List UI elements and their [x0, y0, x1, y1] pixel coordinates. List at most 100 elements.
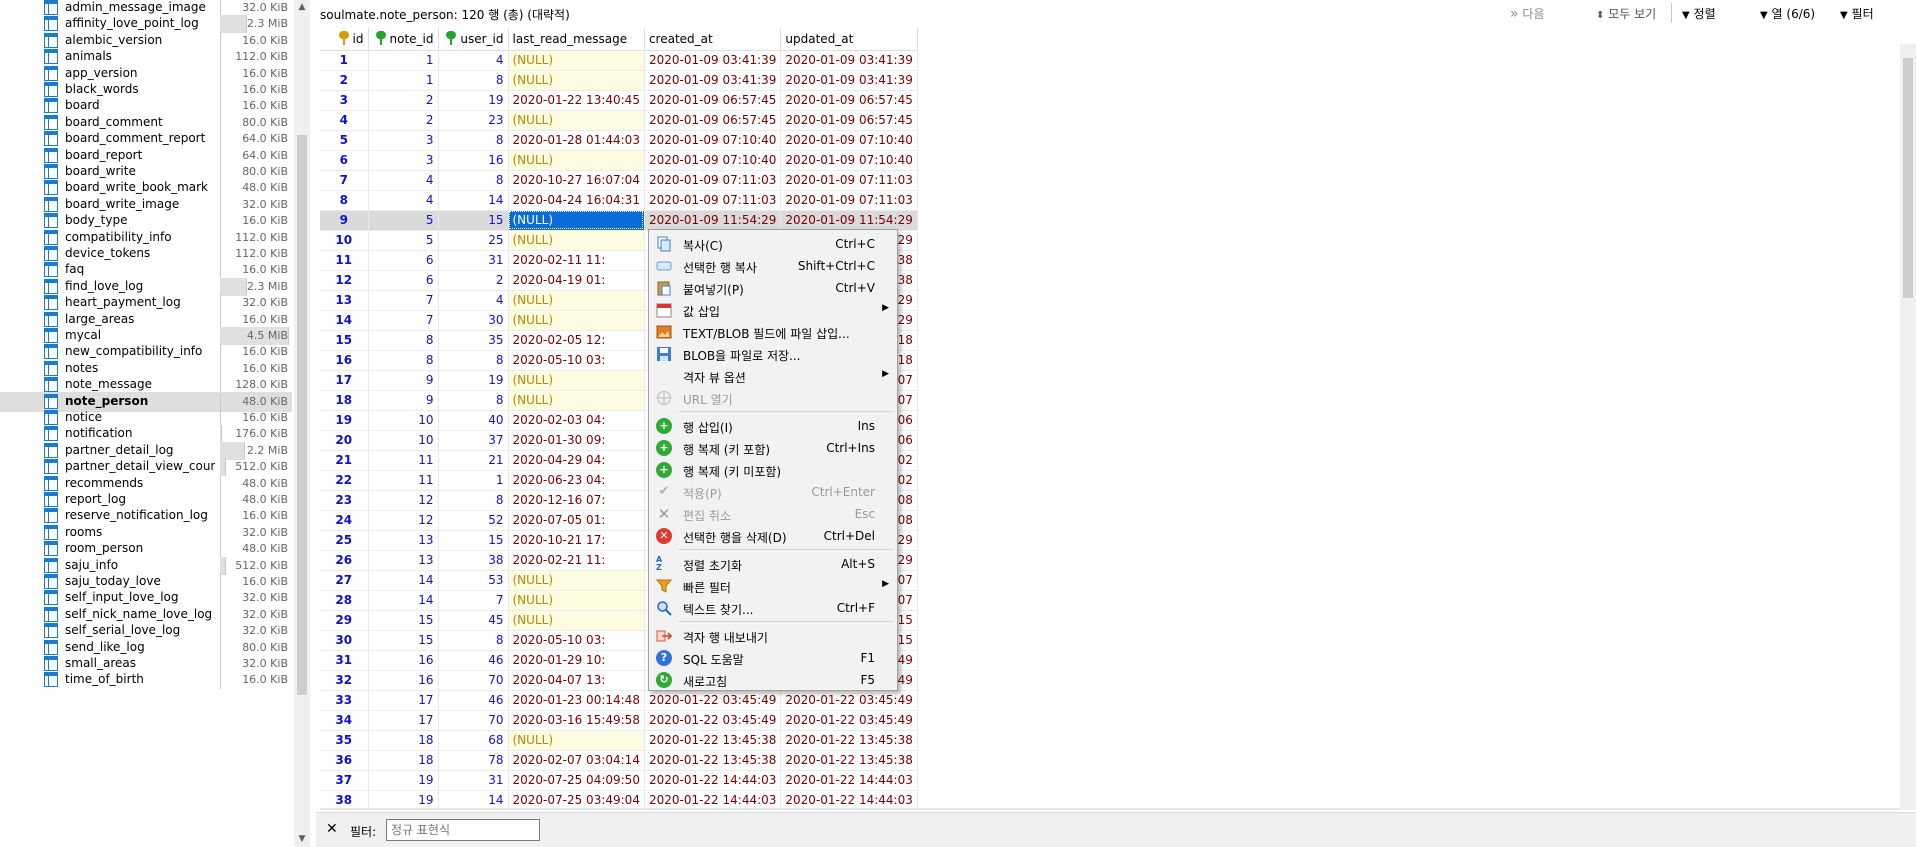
- cell-note-id[interactable]: 9: [368, 390, 439, 411]
- cell-user-id[interactable]: 21: [438, 450, 509, 471]
- cell-note-id[interactable]: 17: [368, 690, 439, 711]
- scroll-down-arrow-icon[interactable]: ▼: [297, 834, 307, 844]
- cell-updated-at[interactable]: 2020-01-22 13:45:38: [780, 730, 918, 751]
- cell-id[interactable]: 28: [320, 590, 369, 611]
- cell-last-read-message[interactable]: 2020-02-05 12:: [508, 330, 645, 351]
- cell-updated-at[interactable]: 2020-01-09 07:11:03: [780, 170, 918, 191]
- cell-id[interactable]: 19: [320, 410, 369, 431]
- cell-note-id[interactable]: 5: [368, 210, 439, 231]
- tree-scroll-thumb[interactable]: [297, 135, 307, 695]
- cell-id[interactable]: 14: [320, 310, 369, 331]
- cell-user-id[interactable]: 8: [438, 630, 509, 651]
- column-header-user-id[interactable]: user_id: [438, 28, 509, 51]
- cell-id[interactable]: 7: [320, 170, 369, 191]
- cell-last-read-message[interactable]: 2020-02-11 11:: [508, 250, 645, 271]
- cell-created-at[interactable]: 2020-01-09 06:57:45: [644, 90, 782, 111]
- table-row[interactable]: 9 5 15 (NULL) 2020-01-09 11:54:29 2020-01-09 …: [320, 210, 918, 231]
- cell-id[interactable]: 32: [320, 670, 369, 691]
- cell-note-id[interactable]: 9: [368, 370, 439, 391]
- cell-id[interactable]: 34: [320, 710, 369, 731]
- cell-last-read-message[interactable]: 2020-10-21 17:: [508, 530, 645, 551]
- cell-last-read-message[interactable]: 2020-07-25 04:09:50: [508, 770, 645, 791]
- cell-updated-at[interactable]: 2020-01-09 07:10:40: [780, 150, 918, 171]
- cell-last-read-message[interactable]: 2020-02-21 11:: [508, 550, 645, 571]
- cell-id[interactable]: 38: [320, 790, 369, 808]
- cell-last-read-message[interactable]: 2020-04-07 13:: [508, 670, 645, 691]
- cell-id[interactable]: 31: [320, 650, 369, 671]
- cell-user-id[interactable]: 70: [438, 710, 509, 731]
- cell-created-at[interactable]: 2020-01-09 07:10:40: [644, 130, 782, 151]
- cell-user-id[interactable]: 53: [438, 570, 509, 591]
- cell-last-read-message[interactable]: 2020-05-10 03:: [508, 350, 645, 371]
- cell-user-id[interactable]: 46: [438, 650, 509, 671]
- menu-item[interactable]: 복사(C) Ctrl+C: [649, 233, 897, 255]
- grid-vertical-scrollbar[interactable]: [1900, 44, 1916, 810]
- cell-user-id[interactable]: 4: [438, 50, 509, 71]
- table-row[interactable]: 7 4 8 2020-10-27 16:07:04 2020-01-09 07:11:0…: [320, 170, 918, 191]
- cell-created-at[interactable]: 2020-01-09 03:41:39: [644, 70, 782, 91]
- cell-note-id[interactable]: 11: [368, 450, 439, 471]
- cell-last-read-message[interactable]: 2020-02-07 03:04:14: [508, 750, 645, 771]
- cell-created-at[interactable]: 2020-01-09 03:41:39: [644, 50, 782, 71]
- cell-id[interactable]: 29: [320, 610, 369, 631]
- cell-last-read-message[interactable]: 2020-05-10 03:: [508, 630, 645, 651]
- cell-note-id[interactable]: 18: [368, 750, 439, 771]
- cell-updated-at[interactable]: 2020-01-22 13:45:38: [780, 750, 918, 771]
- cell-last-read-message[interactable]: (NULL): [508, 210, 645, 231]
- cell-user-id[interactable]: 46: [438, 690, 509, 711]
- cell-created-at[interactable]: 2020-01-22 13:45:38: [644, 750, 782, 771]
- cell-user-id[interactable]: 8: [438, 490, 509, 511]
- cell-last-read-message[interactable]: 2020-01-30 09:: [508, 430, 645, 451]
- cell-user-id[interactable]: 1: [438, 470, 509, 491]
- menu-item[interactable]: + 행 복제 (키 미포함): [649, 459, 897, 481]
- cell-id[interactable]: 9: [320, 210, 369, 231]
- data-grid[interactable]: id note_id user_id last_read_message cre…: [320, 28, 1900, 808]
- cell-user-id[interactable]: 8: [438, 170, 509, 191]
- cell-last-read-message[interactable]: (NULL): [508, 590, 645, 611]
- cell-note-id[interactable]: 12: [368, 490, 439, 511]
- scroll-up-arrow-icon[interactable]: ▲: [297, 2, 307, 12]
- cell-id[interactable]: 22: [320, 470, 369, 491]
- cell-id[interactable]: 6: [320, 150, 369, 171]
- menu-item[interactable]: 격자 뷰 옵션 ▶: [649, 365, 897, 387]
- table-row[interactable]: 3 2 19 2020-01-22 13:40:45 2020-01-09 06:57:…: [320, 90, 918, 111]
- cell-user-id[interactable]: 70: [438, 670, 509, 691]
- cell-user-id[interactable]: 31: [438, 770, 509, 791]
- cell-last-read-message[interactable]: (NULL): [508, 110, 645, 131]
- cell-id[interactable]: 35: [320, 730, 369, 751]
- cell-updated-at[interactable]: 2020-01-09 07:11:03: [780, 190, 918, 211]
- next-button[interactable]: » 다음: [1510, 5, 1545, 22]
- cell-id[interactable]: 23: [320, 490, 369, 511]
- cell-created-at[interactable]: 2020-01-22 14:44:03: [644, 770, 782, 791]
- cell-note-id[interactable]: 6: [368, 250, 439, 271]
- cell-last-read-message[interactable]: 2020-01-28 01:44:03: [508, 130, 645, 151]
- cell-user-id[interactable]: 8: [438, 130, 509, 151]
- cell-id[interactable]: 2: [320, 70, 369, 91]
- cell-updated-at[interactable]: 2020-01-09 11:54:29: [780, 210, 918, 231]
- cell-last-read-message[interactable]: (NULL): [508, 370, 645, 391]
- cell-created-at[interactable]: 2020-01-22 13:45:38: [644, 730, 782, 751]
- cell-last-read-message[interactable]: 2020-03-16 15:49:58: [508, 710, 645, 731]
- close-icon[interactable]: ✕: [326, 821, 338, 837]
- tree-scrollbar[interactable]: ▲ ▼: [294, 0, 310, 847]
- grid-horizontal-scrollbar[interactable]: [320, 808, 1900, 810]
- cell-user-id[interactable]: 31: [438, 250, 509, 271]
- table-row[interactable]: 37 19 31 2020-07-25 04:09:50 2020-01-22 14:4…: [320, 770, 918, 791]
- cell-id[interactable]: 17: [320, 370, 369, 391]
- grid-scroll-thumb[interactable]: [1903, 58, 1913, 298]
- cell-id[interactable]: 8: [320, 190, 369, 211]
- cell-note-id[interactable]: 3: [368, 130, 439, 151]
- cell-last-read-message[interactable]: 2020-06-23 04:: [508, 470, 645, 491]
- cell-user-id[interactable]: 30: [438, 310, 509, 331]
- cell-note-id[interactable]: 13: [368, 550, 439, 571]
- cell-id[interactable]: 25: [320, 530, 369, 551]
- cell-created-at[interactable]: 2020-01-22 03:45:49: [644, 710, 782, 731]
- cell-id[interactable]: 15: [320, 330, 369, 351]
- cell-note-id[interactable]: 1: [368, 70, 439, 91]
- cell-created-at[interactable]: 2020-01-09 07:11:03: [644, 170, 782, 191]
- cell-user-id[interactable]: 15: [438, 530, 509, 551]
- cell-user-id[interactable]: 68: [438, 730, 509, 751]
- menu-item[interactable]: 선택한 행 복사 Shift+Ctrl+C: [649, 255, 897, 277]
- cell-last-read-message[interactable]: 2020-01-23 00:14:48: [508, 690, 645, 711]
- cell-updated-at[interactable]: 2020-01-09 06:57:45: [780, 110, 918, 131]
